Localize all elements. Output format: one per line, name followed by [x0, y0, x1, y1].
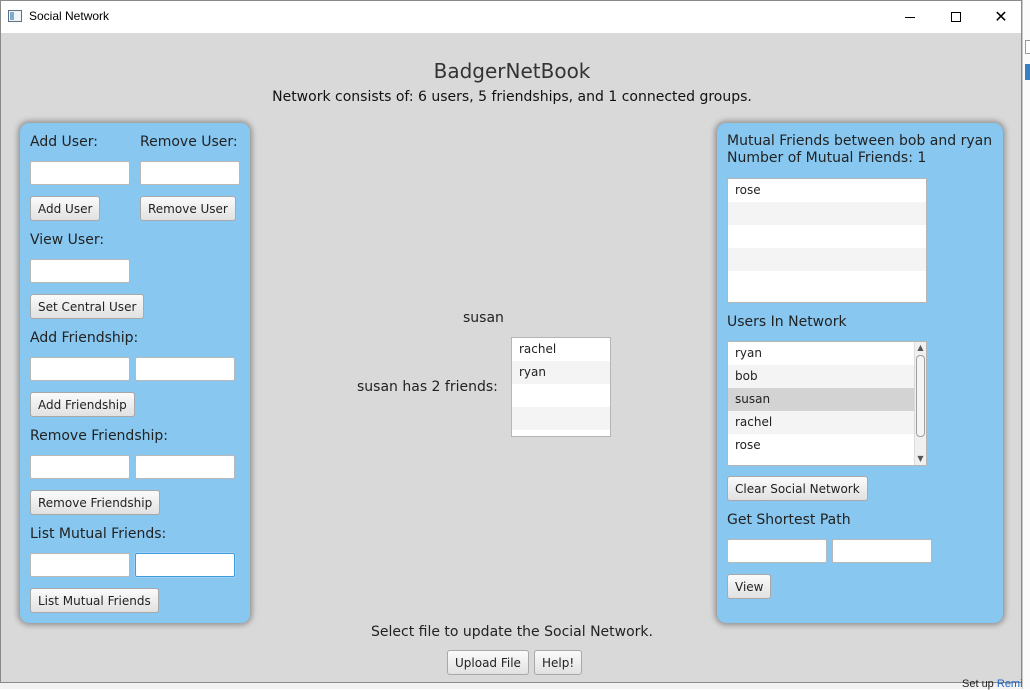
- remove-user-label: Remove User:: [140, 134, 238, 150]
- background-window-edge: [1022, 0, 1030, 689]
- left-control-panel: Add User: Remove User: Add User Remove U…: [20, 123, 250, 623]
- list-item[interactable]: [512, 384, 610, 407]
- list-item[interactable]: ryan: [512, 361, 610, 384]
- app-window: Social Network ✕ BadgerNetBook Network c…: [0, 0, 1022, 683]
- network-summary: Network consists of: 6 users, 5 friendsh…: [272, 89, 752, 105]
- central-friends-list[interactable]: rachel ryan: [511, 337, 611, 437]
- add-friendship-user2-input[interactable]: [135, 357, 235, 381]
- view-user-label: View User:: [30, 232, 105, 248]
- central-user-name: susan: [463, 310, 504, 326]
- list-item[interactable]: rose: [728, 179, 926, 202]
- shortest-path-end-input[interactable]: [832, 539, 932, 563]
- add-friendship-label: Add Friendship:: [30, 330, 139, 346]
- list-item[interactable]: rose: [728, 434, 926, 457]
- add-user-label: Add User:: [30, 134, 98, 150]
- list-item[interactable]: rachel: [728, 411, 926, 434]
- list-item[interactable]: [512, 407, 610, 430]
- users-list[interactable]: ryan bob susan rachel rose ▲ ▼: [727, 341, 927, 466]
- minimize-icon: [905, 16, 915, 18]
- add-user-input[interactable]: [30, 161, 130, 185]
- upload-file-button[interactable]: Upload File: [447, 650, 529, 675]
- window-title: Social Network: [29, 9, 110, 23]
- maximize-icon: [951, 12, 961, 22]
- title-bar[interactable]: Social Network ✕: [1, 1, 1021, 33]
- right-info-panel: Mutual Friends between bob and ryan Numb…: [717, 123, 1003, 623]
- maximize-button[interactable]: [933, 1, 979, 33]
- users-in-network-label: Users In Network: [727, 314, 847, 330]
- mutual-friends-title: Mutual Friends between bob and ryan: [727, 133, 993, 149]
- background-control: [1025, 40, 1030, 54]
- background-setup-text: Set up Remi: [962, 678, 1023, 690]
- background-control: [1025, 64, 1030, 80]
- setup-label: Set up: [962, 678, 994, 690]
- scroll-down-arrow-icon[interactable]: ▼: [915, 453, 926, 465]
- remove-user-input[interactable]: [140, 161, 240, 185]
- remove-user-button[interactable]: Remove User: [140, 196, 236, 221]
- app-title: BadgerNetBook: [433, 59, 591, 83]
- remove-friendship-label: Remove Friendship:: [30, 428, 168, 444]
- add-friendship-user1-input[interactable]: [30, 357, 130, 381]
- scrollbar-thumb[interactable]: [916, 355, 925, 437]
- mutual-user2-input[interactable]: [135, 553, 235, 577]
- clear-social-network-button[interactable]: Clear Social Network: [727, 476, 868, 501]
- remove-friendship-user1-input[interactable]: [30, 455, 130, 479]
- list-mutual-friends-button[interactable]: List Mutual Friends: [30, 588, 159, 613]
- add-friendship-button[interactable]: Add Friendship: [30, 392, 135, 417]
- scroll-up-arrow-icon[interactable]: ▲: [915, 342, 926, 354]
- add-user-button[interactable]: Add User: [30, 196, 101, 221]
- footer-instruction: Select file to update the Social Network…: [371, 624, 653, 640]
- remove-friendship-button[interactable]: Remove Friendship: [30, 490, 161, 515]
- list-item[interactable]: bob: [728, 365, 926, 388]
- mutual-user1-input[interactable]: [30, 553, 130, 577]
- background-strip: [0, 683, 1022, 689]
- list-item-selected[interactable]: susan: [728, 388, 926, 411]
- setup-link[interactable]: Remi: [997, 678, 1023, 690]
- window-app-icon: [8, 10, 22, 22]
- close-icon: ✕: [994, 7, 1008, 26]
- help-button[interactable]: Help!: [534, 650, 583, 675]
- friends-count-text: susan has 2 friends:: [357, 379, 498, 395]
- set-central-user-button[interactable]: Set Central User: [30, 294, 145, 319]
- remove-friendship-user2-input[interactable]: [135, 455, 235, 479]
- list-item[interactable]: [728, 225, 926, 248]
- list-item[interactable]: [728, 202, 926, 225]
- list-item[interactable]: ryan: [728, 342, 926, 365]
- close-button[interactable]: ✕: [978, 1, 1024, 33]
- shortest-path-label: Get Shortest Path: [727, 512, 851, 528]
- view-user-input[interactable]: [30, 259, 130, 283]
- mutual-friends-count: Number of Mutual Friends: 1: [727, 150, 927, 166]
- list-item[interactable]: [728, 248, 926, 271]
- mutual-friends-list[interactable]: rose: [727, 178, 927, 303]
- list-mutual-label: List Mutual Friends:: [30, 526, 167, 542]
- list-item[interactable]: [728, 271, 926, 294]
- minimize-button[interactable]: [887, 1, 933, 33]
- view-shortest-path-button[interactable]: View: [727, 574, 772, 599]
- list-item[interactable]: rachel: [512, 338, 610, 361]
- users-list-scrollbar[interactable]: ▲ ▼: [914, 342, 926, 465]
- shortest-path-start-input[interactable]: [727, 539, 827, 563]
